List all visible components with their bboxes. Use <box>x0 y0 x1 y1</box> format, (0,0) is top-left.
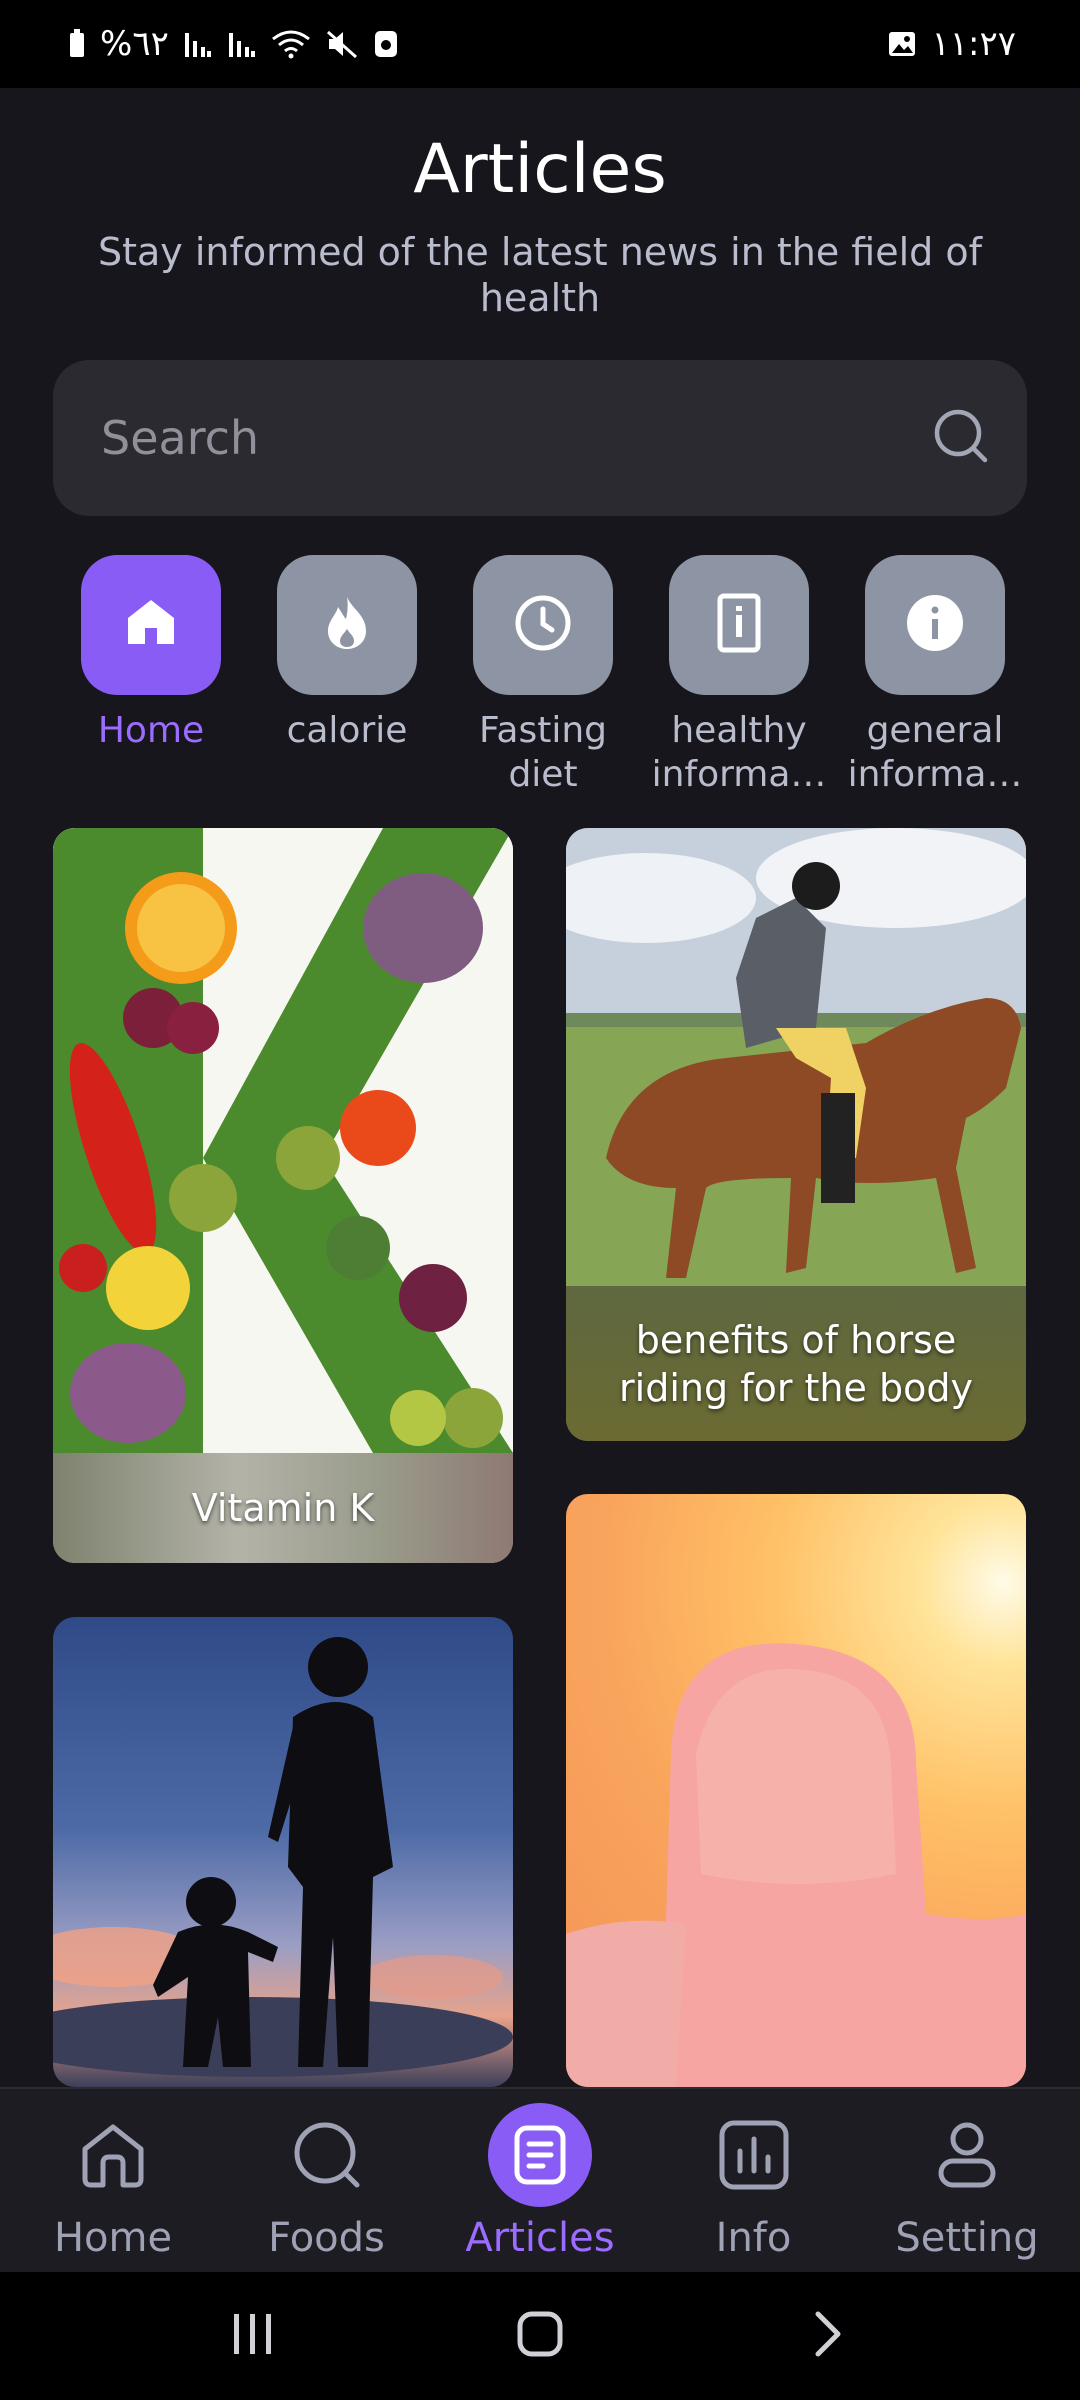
status-bar: %٦٢ ١١:٢٧ <box>0 0 1080 88</box>
article-caption: benefits of horse riding for the body <box>566 1286 1026 1441</box>
search-bar[interactable] <box>53 360 1027 516</box>
back-chevron-icon[interactable] <box>802 2309 852 2363</box>
category-general-information[interactable]: general informa… <box>837 555 1033 797</box>
article-card-vitamin-k[interactable]: Vitamin K <box>53 828 513 1563</box>
bottom-nav: Home Foods Articles Info Setting <box>0 2087 1080 2272</box>
nav-label: Info <box>715 2215 792 2261</box>
article-icon[interactable] <box>488 2103 592 2207</box>
nav-articles[interactable]: Articles <box>437 2089 643 2272</box>
horse-rider-image <box>566 828 1026 1286</box>
gallery-icon <box>887 29 917 59</box>
nav-label: Foods <box>268 2215 385 2261</box>
article-card-silhouette[interactable] <box>53 1617 513 2087</box>
chart-icon[interactable] <box>702 2103 806 2207</box>
nav-label: Articles <box>465 2215 615 2261</box>
category-tile[interactable] <box>81 555 221 695</box>
category-calorie[interactable]: calorie <box>249 555 445 797</box>
clock-time: ١١:٢٧ <box>931 24 1016 64</box>
status-left: %٦٢ <box>68 24 399 64</box>
page-header: Articles Stay informed of the latest new… <box>0 130 1080 321</box>
category-label: calorie <box>286 710 408 751</box>
search-icon[interactable] <box>931 406 991 470</box>
category-row: Home calorie Fasting diet healthy informa… <box>53 555 1027 797</box>
parent-child-silhouette-image <box>53 1637 513 2077</box>
nav-foods[interactable]: Foods <box>224 2089 430 2272</box>
category-tile[interactable] <box>865 555 1005 695</box>
phone-info-icon <box>717 593 761 657</box>
category-healthy-information[interactable]: healthy informa… <box>641 555 837 797</box>
app-notification-icon <box>373 29 399 59</box>
category-label: general informa… <box>847 710 1023 795</box>
search-icon[interactable] <box>275 2103 379 2207</box>
info-icon <box>905 593 965 657</box>
category-label: healthy informa… <box>651 710 827 795</box>
nav-home[interactable]: Home <box>10 2089 216 2272</box>
recent-apps-icon[interactable] <box>228 2309 278 2363</box>
home-button-icon[interactable] <box>515 2309 565 2363</box>
nav-info[interactable]: Info <box>651 2089 857 2272</box>
battery-icon <box>68 29 86 59</box>
signal-icon <box>183 29 213 59</box>
nav-label: Setting <box>895 2215 1039 2261</box>
category-label: Fasting diet <box>478 710 607 795</box>
page-title: Articles <box>413 130 667 209</box>
signal-icon-2 <box>227 29 257 59</box>
user-icon[interactable] <box>915 2103 1019 2207</box>
search-input[interactable] <box>101 411 901 465</box>
mute-icon <box>325 29 359 59</box>
article-card-horse-riding[interactable]: benefits of horse riding for the body <box>566 828 1026 1441</box>
category-tile[interactable] <box>669 555 809 695</box>
nav-label: Home <box>53 2215 173 2261</box>
article-card-hooded-person[interactable] <box>566 1494 1026 2087</box>
status-right: ١١:٢٧ <box>887 24 1016 64</box>
category-fasting-diet[interactable]: Fasting diet <box>445 555 641 797</box>
category-tile[interactable] <box>277 555 417 695</box>
nav-setting[interactable]: Setting <box>864 2089 1070 2272</box>
hooded-person-sunset-image <box>566 1643 1026 2087</box>
home-icon[interactable] <box>61 2103 165 2207</box>
battery-level: %٦٢ <box>100 24 169 64</box>
wifi-icon <box>271 29 311 59</box>
home-icon <box>124 596 178 654</box>
page-subtitle: Stay informed of the latest news in the … <box>97 230 983 320</box>
category-label: Home <box>97 710 205 751</box>
category-tile[interactable] <box>473 555 613 695</box>
flame-icon <box>322 595 372 655</box>
article-caption: Vitamin K <box>53 1453 513 1563</box>
clock-icon <box>513 593 573 657</box>
vegetables-letter-k-image <box>53 828 513 1453</box>
system-nav-bar <box>0 2272 1080 2400</box>
category-home[interactable]: Home <box>53 555 249 797</box>
